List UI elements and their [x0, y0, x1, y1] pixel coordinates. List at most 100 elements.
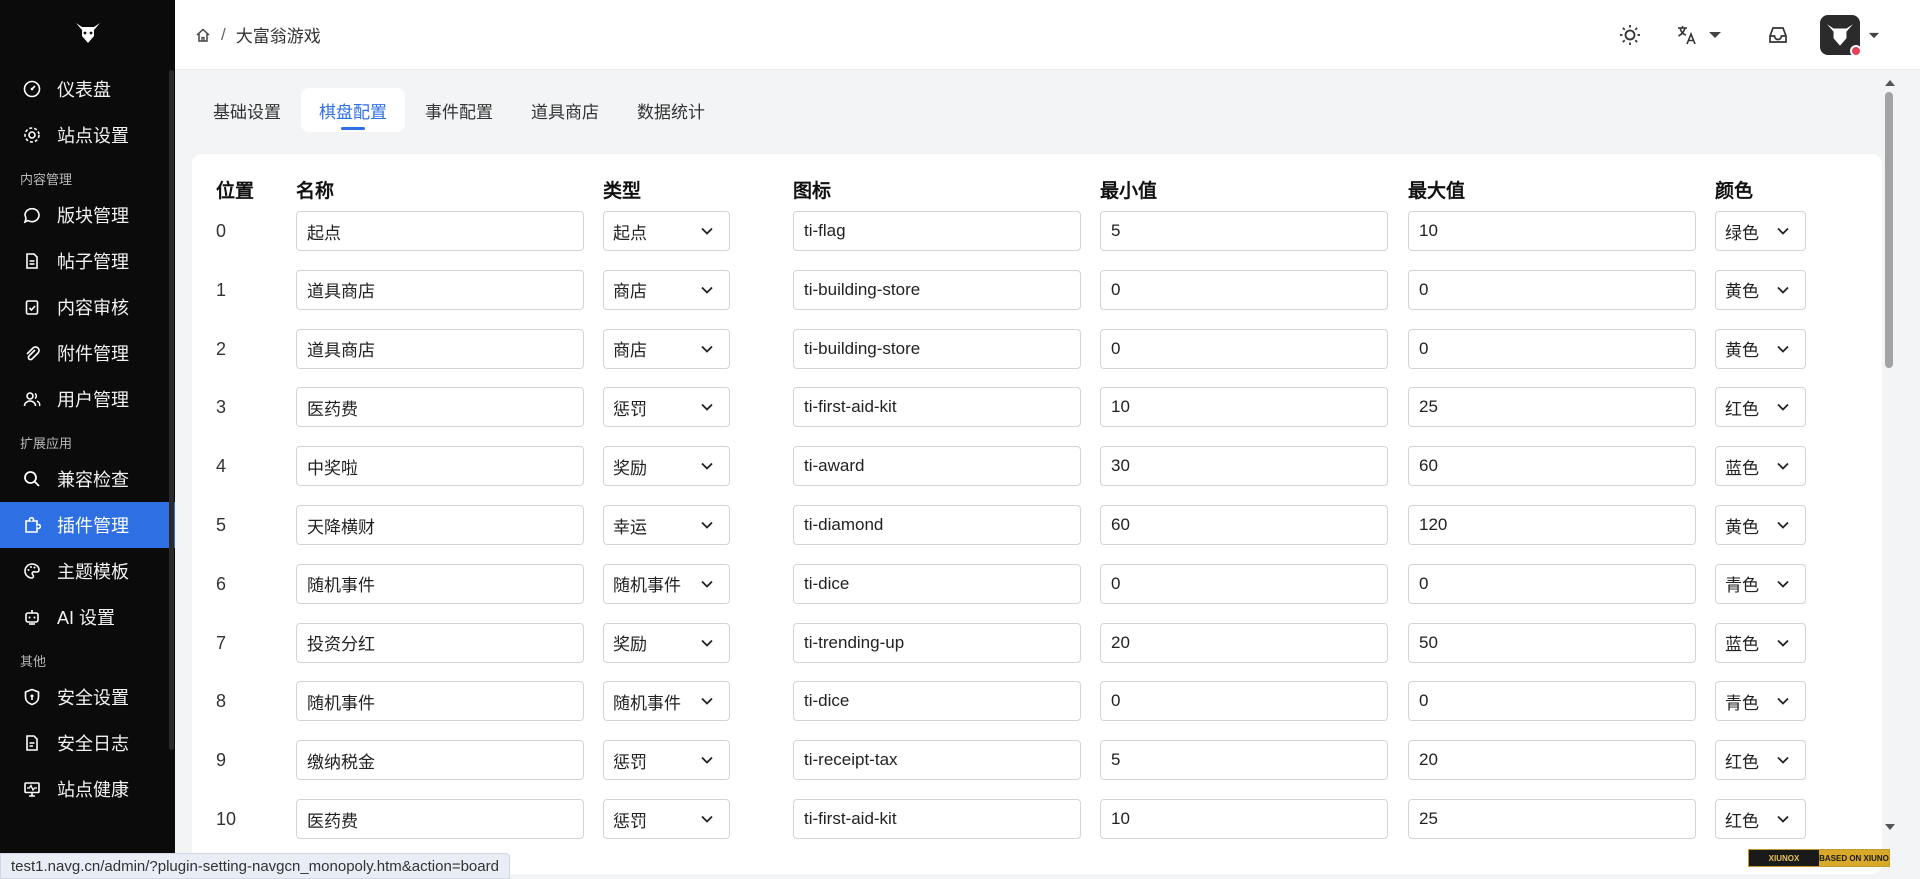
- sidebar-item-site-settings[interactable]: 站点设置: [0, 112, 175, 158]
- home-icon[interactable]: [195, 27, 211, 43]
- breadcrumb-current[interactable]: 大富翁游戏: [236, 22, 321, 47]
- sidebar-item-forums[interactable]: 版块管理: [0, 192, 175, 238]
- page-scrollbar-thumb[interactable]: [1885, 92, 1893, 368]
- min-value-input[interactable]: 0: [1100, 269, 1388, 310]
- icon-input[interactable]: ti-first-aid-kit: [793, 799, 1081, 839]
- max-value-input[interactable]: 50: [1408, 622, 1696, 663]
- tab-event-config[interactable]: 事件配置: [407, 88, 511, 132]
- min-value-input[interactable]: 0: [1100, 328, 1388, 369]
- min-value-input[interactable]: 0: [1100, 681, 1388, 722]
- min-value-input[interactable]: 30: [1100, 446, 1388, 487]
- type-select[interactable]: 惩罚: [603, 387, 730, 428]
- color-select-value: 青色: [1725, 576, 1759, 596]
- icon-input[interactable]: ti-diamond: [793, 505, 1081, 545]
- sidebar-item-security-log[interactable]: 安全日志: [0, 720, 175, 766]
- sidebar-item-site-health[interactable]: 站点健康: [0, 766, 175, 812]
- scroll-down-icon[interactable]: [1883, 822, 1897, 832]
- min-value-input[interactable]: 5: [1100, 740, 1388, 781]
- max-value-input[interactable]: 0: [1408, 681, 1696, 722]
- type-select[interactable]: 惩罚: [603, 799, 730, 839]
- max-value-input[interactable]: 25: [1408, 799, 1696, 839]
- type-select[interactable]: 商店: [603, 328, 730, 369]
- type-select[interactable]: 商店: [603, 269, 730, 310]
- color-select[interactable]: 红色: [1715, 387, 1806, 428]
- sidebar-item-themes[interactable]: 主题模板: [0, 548, 175, 594]
- color-select[interactable]: 青色: [1715, 563, 1806, 604]
- min-value-input[interactable]: 0: [1100, 563, 1388, 604]
- name-input[interactable]: 缴纳税金: [296, 740, 584, 781]
- min-value-input[interactable]: 60: [1100, 505, 1388, 545]
- name-input[interactable]: 投资分红: [296, 622, 584, 663]
- name-input[interactable]: 医药费: [296, 387, 584, 428]
- type-select[interactable]: 奖励: [603, 622, 730, 663]
- min-value-input[interactable]: 5: [1100, 211, 1388, 251]
- type-select[interactable]: 惩罚: [603, 740, 730, 781]
- icon-input[interactable]: ti-first-aid-kit: [793, 387, 1081, 428]
- tab-board-config[interactable]: 棋盘配置: [301, 88, 405, 132]
- min-value-input[interactable]: 20: [1100, 622, 1388, 663]
- max-value-input[interactable]: 25: [1408, 387, 1696, 428]
- max-value-input[interactable]: 10: [1408, 211, 1696, 251]
- icon-input[interactable]: ti-dice: [793, 563, 1081, 604]
- tab-statistics[interactable]: 数据统计: [619, 88, 723, 132]
- max-value-input[interactable]: 0: [1408, 563, 1696, 604]
- sidebar-item-ai-settings[interactable]: AI 设置: [0, 594, 175, 640]
- type-select[interactable]: 起点: [603, 211, 730, 251]
- sidebar-item-moderation[interactable]: 内容审核: [0, 284, 175, 330]
- color-select[interactable]: 红色: [1715, 740, 1806, 781]
- color-select[interactable]: 绿色: [1715, 211, 1806, 251]
- name-input[interactable]: 天降横财: [296, 505, 584, 545]
- name-input[interactable]: 随机事件: [296, 681, 584, 722]
- sidebar-item-dashboard[interactable]: 仪表盘: [0, 66, 175, 112]
- color-select[interactable]: 红色: [1715, 799, 1806, 839]
- color-select[interactable]: 黄色: [1715, 269, 1806, 310]
- sidebar-item-users[interactable]: 用户管理: [0, 376, 175, 422]
- color-select[interactable]: 蓝色: [1715, 446, 1806, 487]
- color-select[interactable]: 蓝色: [1715, 622, 1806, 663]
- name-input[interactable]: 中奖啦: [296, 446, 584, 487]
- sidebar-item-attachments[interactable]: 附件管理: [0, 330, 175, 376]
- color-select[interactable]: 黄色: [1715, 328, 1806, 369]
- max-value-input[interactable]: 0: [1408, 269, 1696, 310]
- icon-input[interactable]: ti-building-store: [793, 269, 1081, 310]
- color-select[interactable]: 青色: [1715, 681, 1806, 722]
- max-value-input[interactable]: 0: [1408, 328, 1696, 369]
- sidebar-item-plugins[interactable]: 插件管理: [0, 502, 175, 548]
- theme-toggle-button[interactable]: [1610, 15, 1650, 55]
- type-select[interactable]: 随机事件: [603, 563, 730, 604]
- name-input[interactable]: 道具商店: [296, 269, 584, 310]
- max-value-input[interactable]: 120: [1408, 505, 1696, 545]
- type-select[interactable]: 幸运: [603, 505, 730, 545]
- name-input[interactable]: 起点: [296, 211, 584, 251]
- logo[interactable]: [0, 0, 175, 66]
- sidebar-item-security-settings[interactable]: 安全设置: [0, 674, 175, 720]
- position-cell: 1: [216, 279, 227, 300]
- type-select[interactable]: 奖励: [603, 446, 730, 487]
- sidebar-scrollbar[interactable]: [169, 70, 174, 750]
- min-value-input[interactable]: 10: [1100, 387, 1388, 428]
- language-dropdown[interactable]: [1676, 15, 1722, 55]
- name-input[interactable]: 道具商店: [296, 328, 584, 369]
- name-input[interactable]: 医药费: [296, 799, 584, 839]
- inbox-button[interactable]: [1758, 15, 1798, 55]
- name-input[interactable]: 随机事件: [296, 563, 584, 604]
- sidebar-item-compat-check[interactable]: 兼容检查: [0, 456, 175, 502]
- icon-input[interactable]: ti-trending-up: [793, 622, 1081, 663]
- scroll-up-icon[interactable]: [1883, 78, 1897, 88]
- icon-input[interactable]: ti-receipt-tax: [793, 740, 1081, 781]
- tab-item-shop[interactable]: 道具商店: [513, 88, 617, 132]
- sidebar-section-title: 内容管理: [20, 172, 73, 187]
- icon-input[interactable]: ti-flag: [793, 211, 1081, 251]
- sidebar-item-posts[interactable]: 帖子管理: [0, 238, 175, 284]
- color-select[interactable]: 黄色: [1715, 505, 1806, 545]
- user-menu[interactable]: [1820, 15, 1880, 57]
- max-value-input[interactable]: 60: [1408, 446, 1696, 487]
- icon-input[interactable]: ti-building-store: [793, 328, 1081, 369]
- icon-input[interactable]: ti-award: [793, 446, 1081, 487]
- icon-input[interactable]: ti-dice: [793, 681, 1081, 722]
- max-value-input[interactable]: 20: [1408, 740, 1696, 781]
- xiunox-badge[interactable]: XIUNOX BASED ON XIUNO: [1748, 849, 1890, 867]
- type-select[interactable]: 随机事件: [603, 681, 730, 722]
- tab-basic-settings[interactable]: 基础设置: [195, 88, 299, 132]
- min-value-input[interactable]: 10: [1100, 799, 1388, 839]
